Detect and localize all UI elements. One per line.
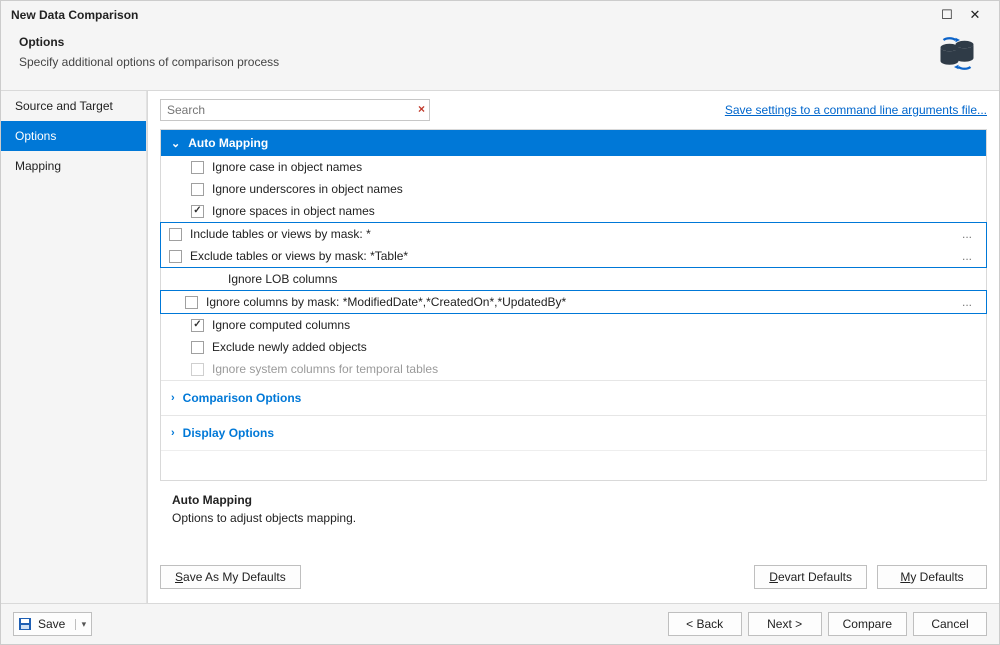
devart-defaults-button[interactable]: Devart Defaults bbox=[754, 565, 867, 589]
checkbox-ignore-temporal bbox=[191, 363, 204, 376]
section-header-display-options[interactable]: › Display Options bbox=[161, 415, 986, 450]
chevron-right-icon: › bbox=[171, 427, 175, 439]
description-text: Options to adjust objects mapping. bbox=[172, 511, 975, 525]
header: Options Specify additional options of co… bbox=[1, 29, 999, 91]
section-title-auto-mapping: Auto Mapping bbox=[188, 136, 268, 150]
option-ignore-underscores[interactable]: Ignore underscores in object names bbox=[161, 178, 986, 200]
option-ignore-temporal: Ignore system columns for temporal table… bbox=[161, 358, 986, 380]
toolbar-row: × Save settings to a command line argume… bbox=[148, 91, 999, 129]
checkbox-ignore-case[interactable] bbox=[191, 161, 204, 174]
checkbox-ignore-spaces[interactable] bbox=[191, 205, 204, 218]
header-title: Options bbox=[19, 35, 933, 49]
section-title-comparison: Comparison Options bbox=[183, 391, 302, 405]
sidebar-nav: Source and Target Options Mapping bbox=[1, 91, 147, 603]
edit-include-mask-button[interactable]: ... bbox=[956, 227, 978, 241]
header-subtitle: Specify additional options of comparison… bbox=[19, 55, 933, 69]
section-header-auto-mapping[interactable]: ⌄ Auto Mapping bbox=[161, 130, 986, 156]
sidebar-item-source-target[interactable]: Source and Target bbox=[1, 91, 146, 121]
dialog-window: New Data Comparison ☐ ✕ Options Specify … bbox=[0, 0, 1000, 645]
titlebar: New Data Comparison ☐ ✕ bbox=[1, 1, 999, 29]
body: Source and Target Options Mapping × Save… bbox=[1, 91, 999, 603]
checkbox-exclude-new[interactable] bbox=[191, 341, 204, 354]
option-exclude-new[interactable]: Exclude newly added objects bbox=[161, 336, 986, 358]
main-panel: × Save settings to a command line argume… bbox=[147, 91, 999, 603]
description-area: Auto Mapping Options to adjust objects m… bbox=[160, 481, 987, 531]
option-ignore-computed[interactable]: Ignore computed columns bbox=[161, 314, 986, 336]
close-icon[interactable]: ✕ bbox=[961, 7, 989, 23]
compare-button[interactable]: Compare bbox=[828, 612, 907, 636]
checkbox-ignore-underscores[interactable] bbox=[191, 183, 204, 196]
back-button[interactable]: < Back bbox=[668, 612, 742, 636]
checkbox-ignore-computed[interactable] bbox=[191, 319, 204, 332]
highlight-group-masks: Include tables or views by mask: * ... E… bbox=[160, 222, 987, 268]
checkbox-exclude-mask[interactable] bbox=[169, 250, 182, 263]
save-as-defaults-button[interactable]: Save As My Defaults bbox=[160, 565, 301, 589]
save-split-button[interactable]: Save ▾ bbox=[13, 612, 92, 636]
maximize-icon[interactable]: ☐ bbox=[933, 7, 961, 23]
chevron-down-icon: ⌄ bbox=[171, 137, 180, 150]
save-dropdown-toggle[interactable]: ▾ bbox=[75, 619, 91, 630]
description-title: Auto Mapping bbox=[172, 493, 975, 507]
edit-ignore-cols-mask-button[interactable]: ... bbox=[956, 295, 978, 309]
compare-databases-icon bbox=[933, 35, 981, 78]
defaults-row: Save As My Defaults Devart Defaults My D… bbox=[148, 555, 999, 603]
my-defaults-button[interactable]: My Defaults bbox=[877, 565, 987, 589]
option-ignore-cols-mask[interactable]: Ignore columns by mask: *ModifiedDate*,*… bbox=[161, 291, 986, 313]
edit-exclude-mask-button[interactable]: ... bbox=[956, 249, 978, 263]
options-panel: ⌄ Auto Mapping Ignore case in object nam… bbox=[160, 129, 987, 481]
option-ignore-case[interactable]: Ignore case in object names bbox=[161, 156, 986, 178]
search-input[interactable] bbox=[160, 99, 430, 121]
header-text: Options Specify additional options of co… bbox=[19, 35, 933, 69]
checkbox-ignore-cols-mask[interactable] bbox=[185, 296, 198, 309]
option-exclude-mask[interactable]: Exclude tables or views by mask: *Table*… bbox=[161, 245, 986, 267]
option-include-mask[interactable]: Include tables or views by mask: * ... bbox=[161, 223, 986, 245]
window-title: New Data Comparison bbox=[11, 8, 933, 22]
option-ignore-spaces[interactable]: Ignore spaces in object names bbox=[161, 200, 986, 222]
chevron-right-icon: › bbox=[171, 392, 175, 404]
section-header-comparison-options[interactable]: › Comparison Options bbox=[161, 380, 986, 415]
sidebar-item-options[interactable]: Options bbox=[1, 121, 146, 151]
section-title-display: Display Options bbox=[183, 426, 274, 440]
next-button[interactable]: Next > bbox=[748, 612, 822, 636]
save-icon bbox=[14, 617, 36, 631]
clear-search-icon[interactable]: × bbox=[418, 102, 425, 116]
save-cmdline-link[interactable]: Save settings to a command line argument… bbox=[725, 103, 987, 117]
bottom-bar: Save ▾ < Back Next > Compare Cancel bbox=[1, 603, 999, 644]
save-button-label: Save bbox=[36, 617, 75, 631]
sidebar-item-mapping[interactable]: Mapping bbox=[1, 151, 146, 181]
cancel-button[interactable]: Cancel bbox=[913, 612, 987, 636]
highlight-ignore-cols-mask: Ignore columns by mask: *ModifiedDate*,*… bbox=[160, 290, 987, 314]
checkbox-include-mask[interactable] bbox=[169, 228, 182, 241]
search-input-wrap: × bbox=[160, 99, 430, 121]
option-ignore-lob[interactable]: Ignore LOB columns bbox=[161, 268, 986, 290]
options-content: ⌄ Auto Mapping Ignore case in object nam… bbox=[148, 129, 999, 555]
